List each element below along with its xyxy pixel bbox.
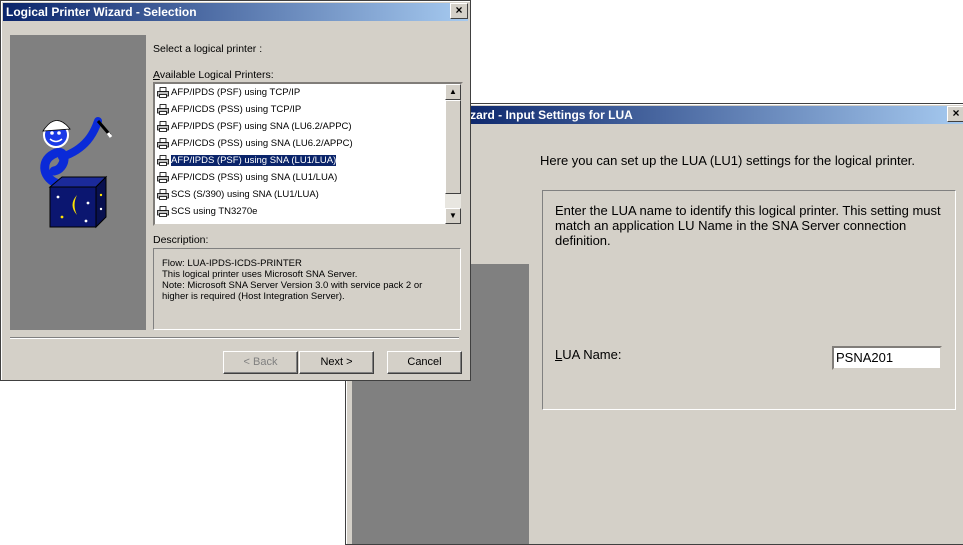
lua-name-label: LUA Name:	[555, 347, 621, 362]
description-box: Flow: LUA-IPDS-ICDS-PRINTER This logical…	[153, 248, 461, 330]
lua-window-title: Vizard - Input Settings for LUA	[459, 108, 633, 122]
printer-list-item[interactable]: AFP/IPDS (PSF) using TCP/IP	[155, 84, 445, 101]
selection-prompt: Select a logical printer :	[153, 43, 263, 55]
printer-list-item[interactable]: SCS using TN3270e	[155, 203, 445, 220]
lua-intro-text: Here you can set up the LUA (LU1) settin…	[540, 153, 916, 168]
printer-icon	[157, 121, 169, 132]
description-line: This logical printer uses Microsoft SNA …	[162, 269, 358, 280]
lua-settings-group: Enter the LUA name to identify this logi…	[542, 190, 956, 410]
selection-window-title: Logical Printer Wizard - Selection	[6, 5, 197, 19]
selection-window: Logical Printer Wizard - Selection × Sel…	[0, 0, 471, 381]
available-printers-label: Available Logical Printers:	[153, 69, 274, 81]
printer-icon	[157, 155, 169, 166]
printer-icon	[157, 206, 169, 217]
description-line: Flow: LUA-IPDS-ICDS-PRINTER	[162, 258, 302, 269]
lua-instructions: Enter the LUA name to identify this logi…	[555, 203, 941, 248]
lua-window-titlebar[interactable]: Vizard - Input Settings for LUA	[456, 106, 963, 124]
printer-icon	[157, 172, 169, 183]
printer-list-item[interactable]: SCS (S/390) using SNA (LU1/LUA)	[155, 186, 445, 203]
lua-name-value: PSNA201	[836, 350, 894, 365]
description-label: Description:	[153, 234, 209, 246]
printer-list-item[interactable]: AFP/IPDS (PSF) using SNA (LU6.2/APPC)	[155, 118, 445, 135]
selection-window-titlebar[interactable]: Logical Printer Wizard - Selection	[3, 3, 468, 21]
description-line: Note: Microsoft SNA Server Version 3.0 w…	[162, 280, 423, 291]
scroll-down-icon[interactable]: ▼	[445, 208, 461, 224]
button-separator	[10, 337, 459, 339]
printer-label: AFP/IPDS (PSF) using SNA (LU1/LUA)	[169, 154, 338, 167]
printer-list[interactable]: AFP/IPDS (PSF) using TCP/IP AFP/ICDS (PSS…	[153, 82, 463, 226]
close-icon[interactable]: ×	[947, 106, 963, 122]
lua-name-input[interactable]: PSNA201	[832, 346, 942, 370]
printer-label: AFP/IPDS (PSF) using TCP/IP	[171, 87, 301, 98]
description-text: Flow: LUA-IPDS-ICDS-PRINTER This logical…	[162, 258, 422, 302]
printers-label-accesskey: A	[153, 69, 160, 81]
description-line: higher is required (Host Integration Ser…	[162, 291, 345, 302]
back-button[interactable]: < Back	[223, 351, 298, 374]
close-icon[interactable]: ×	[450, 3, 468, 19]
printer-label: AFP/ICDS (PSS) using SNA (LU6.2/APPC)	[171, 138, 353, 149]
printer-icon	[157, 138, 169, 149]
printer-list-item[interactable]: AFP/ICDS (PSS) using SNA (LU6.2/APPC)	[155, 135, 445, 152]
lua-label-text: UA Name:	[562, 347, 622, 362]
printer-list-item[interactable]: AFP/ICDS (PSS) using SNA (LU1/LUA)	[155, 169, 445, 186]
list-scrollbar[interactable]: ▲ ▼	[445, 84, 461, 224]
printer-label: SCS using TN3270e	[171, 206, 258, 217]
next-button[interactable]: Next >	[299, 351, 374, 374]
printer-icon	[157, 104, 169, 115]
printer-label: AFP/IPDS (PSF) using SNA (LU6.2/APPC)	[171, 121, 352, 132]
cancel-button[interactable]: Cancel	[387, 351, 462, 374]
printer-rows: AFP/IPDS (PSF) using TCP/IP AFP/ICDS (PSS…	[155, 84, 445, 220]
printer-label: SCS (S/390) using SNA (LU1/LUA)	[171, 189, 319, 200]
printer-label: AFP/ICDS (PSS) using SNA (LU1/LUA)	[171, 172, 338, 183]
scroll-up-icon[interactable]: ▲	[445, 84, 461, 100]
wizard-art-panel	[10, 35, 146, 330]
printer-icon	[157, 189, 169, 200]
printers-label-text: vailable Logical Printers:	[159, 69, 274, 81]
printer-label: AFP/ICDS (PSS) using TCP/IP	[171, 104, 302, 115]
scroll-thumb[interactable]	[445, 100, 461, 194]
printer-list-item[interactable]: AFP/IPDS (PSF) using SNA (LU1/LUA)	[155, 152, 445, 169]
wizard-illustration	[22, 113, 142, 233]
printer-icon	[157, 87, 169, 98]
printer-list-item[interactable]: AFP/ICDS (PSS) using TCP/IP	[155, 101, 445, 118]
